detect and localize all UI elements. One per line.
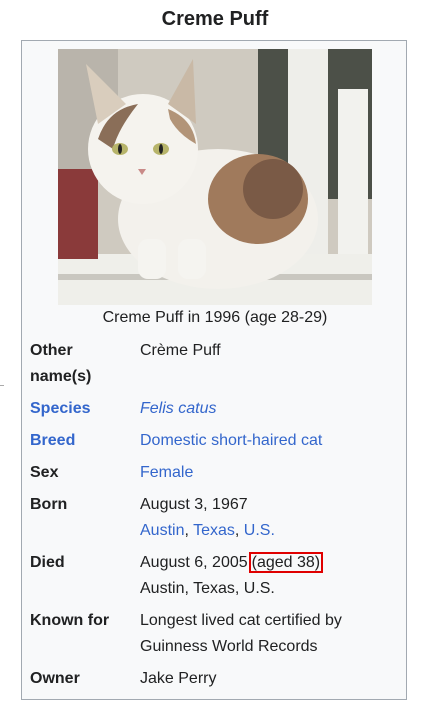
species-label-link[interactable]: Species xyxy=(30,396,140,422)
born-sep1: , xyxy=(184,522,194,539)
known-for-line1: Longest lived cat certified by xyxy=(140,612,342,629)
infobox-title: Creme Puff xyxy=(161,8,269,30)
page-edge-mark xyxy=(0,385,4,386)
born-date: August 3, 1967 xyxy=(140,496,248,513)
died-place: Austin, Texas, U.S. xyxy=(140,580,275,597)
owner-label: Owner xyxy=(30,670,80,687)
died-date: August 6, 2005 xyxy=(140,554,248,571)
known-for-line2: Guinness World Records xyxy=(140,638,318,655)
row-born: Born August 3, 1967 Austin, Texas, U.S. xyxy=(30,492,402,544)
born-label: Born xyxy=(30,496,68,513)
died-label: Died xyxy=(30,554,65,571)
born-sep2: , xyxy=(234,522,244,539)
owner-value: Jake Perry xyxy=(140,670,217,687)
sex-label: Sex xyxy=(30,464,59,481)
other-names-label-line1: Other xyxy=(30,342,73,359)
died-age-highlight: (aged 38) xyxy=(248,552,324,573)
species-value-link[interactable]: Felis catus xyxy=(140,396,402,422)
born-value: August 3, 1967 Austin, Texas, U.S. xyxy=(140,492,402,544)
known-for-label: Known for xyxy=(30,612,110,629)
other-names-label-line2: name(s) xyxy=(30,368,92,385)
breed-value-link[interactable]: Domestic short-haired cat xyxy=(140,428,402,454)
died-value: August 6, 2005 (aged 38) Austin, Texas, U… xyxy=(140,550,402,602)
row-known-for: Known for Longest lived cat certified by… xyxy=(30,608,402,660)
infobox: Creme Puff in 1996 (age 28-29) Other nam… xyxy=(21,40,407,700)
row-other-names: Other name(s) Crème Puff xyxy=(30,338,402,390)
image-caption: Creme Puff in 1996 (age 28-29) xyxy=(102,309,328,326)
born-city-link[interactable]: Austin xyxy=(140,522,184,539)
other-names-value: Crème Puff xyxy=(140,342,221,359)
cat-photo[interactable] xyxy=(58,49,372,305)
sex-value-link[interactable]: Female xyxy=(140,460,402,486)
cat-photo-illustration xyxy=(58,49,372,305)
known-for-value: Longest lived cat certified by Guinness … xyxy=(140,608,402,660)
breed-label-link[interactable]: Breed xyxy=(30,428,140,454)
row-died: Died August 6, 2005 (aged 38) Austin, Tex… xyxy=(30,550,402,602)
other-names-label: Other name(s) xyxy=(30,338,140,390)
born-state-link[interactable]: Texas xyxy=(193,522,235,539)
born-country-link[interactable]: U.S. xyxy=(244,522,275,539)
